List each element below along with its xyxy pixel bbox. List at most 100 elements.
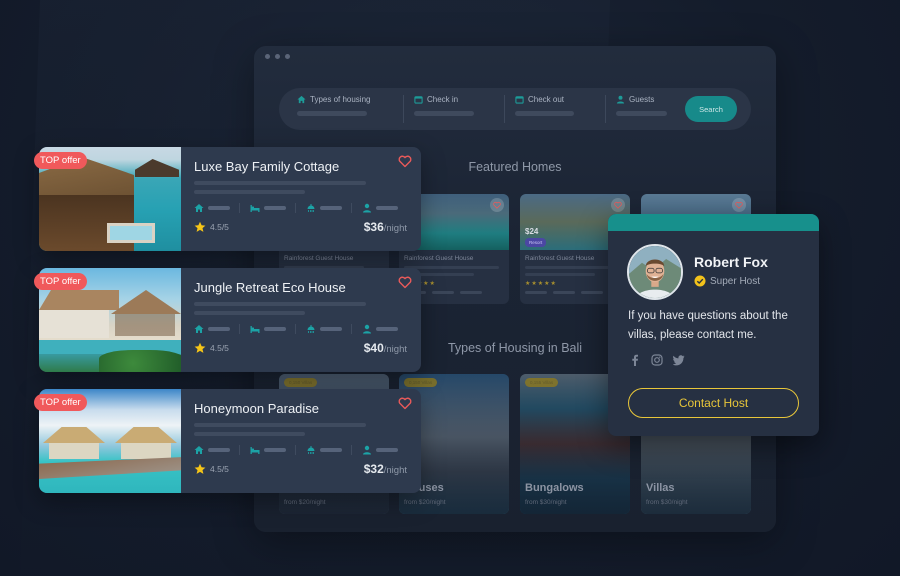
listing-price: $36/night (364, 220, 407, 234)
featured-name: Rainforest Guest House (404, 255, 474, 262)
placeholder-line (194, 423, 366, 427)
price-unit: /night (383, 223, 407, 234)
favorite-button[interactable] (611, 198, 625, 212)
placeholder-line (525, 266, 620, 269)
bed-icon (250, 447, 260, 454)
housing-type-name: Villas (646, 482, 675, 494)
host-role-label: Super Host (710, 275, 761, 287)
housing-type-name: Bungalows (525, 482, 584, 494)
host-card: Robert Fox Super Host If you have questi… (608, 214, 819, 436)
listing-title: Luxe Bay Family Cottage (194, 159, 340, 174)
search-field-label: Guests (629, 95, 655, 104)
amenities-row (194, 203, 407, 213)
price-unit: /night (383, 344, 407, 355)
photo-walkway (39, 457, 181, 479)
user-icon (363, 203, 371, 213)
listing-price: $32/night (364, 462, 407, 476)
bed-icon (250, 205, 260, 212)
search-field-label: Check in (427, 95, 459, 104)
featured-tag: Resort (525, 238, 547, 247)
photo-hut (135, 159, 179, 177)
search-field-guests[interactable]: Guests (605, 95, 685, 123)
search-field-label: Types of housing (310, 95, 371, 104)
featured-name: Rainforest Guest House (284, 255, 354, 262)
home-icon (297, 95, 306, 104)
placeholder-line (194, 190, 305, 194)
contact-host-button[interactable]: Contact Host (628, 388, 799, 418)
photo-pool (107, 223, 155, 243)
search-field-housing-type[interactable]: Types of housing (297, 95, 403, 123)
shower-icon (307, 204, 315, 212)
twitter-icon[interactable] (673, 354, 685, 366)
calendar-icon (515, 96, 524, 104)
housing-type-price: from $20/night (284, 499, 326, 506)
listing-card[interactable]: TOP offer Jungle Retreat Eco House 4.5/5… (34, 268, 421, 372)
calendar-icon (414, 96, 423, 104)
search-field-value (414, 111, 474, 116)
window-dot[interactable] (265, 53, 270, 59)
top-offer-badge: TOP offer (34, 273, 87, 290)
verified-badge-icon (694, 275, 706, 287)
villa-count: 0,150 Villas (404, 378, 438, 387)
price-unit: /night (383, 465, 407, 476)
favorite-button[interactable] (490, 198, 504, 212)
listing-title: Jungle Retreat Eco House (194, 280, 346, 295)
photo-roof (39, 290, 119, 310)
star-icon (194, 342, 206, 353)
favorite-button[interactable] (732, 198, 746, 212)
photo-pavilion-roof (111, 290, 181, 314)
window-dot[interactable] (275, 53, 280, 59)
home-icon (194, 446, 204, 454)
window-controls (254, 46, 776, 66)
placeholder-line (194, 311, 305, 315)
heart-icon[interactable] (398, 396, 412, 410)
facebook-icon[interactable] (629, 354, 641, 366)
price-amount: $36 (363, 220, 384, 234)
top-offer-badge: TOP offer (34, 394, 87, 411)
avatar (627, 244, 683, 300)
social-links (629, 354, 685, 366)
amenities-row (194, 445, 407, 455)
rating-value: 4.5/5 (210, 343, 229, 353)
search-field-check-in[interactable]: Check in (403, 95, 504, 123)
heart-icon (614, 201, 622, 209)
search-field-label: Check out (528, 95, 565, 104)
photo-house (39, 310, 109, 338)
instagram-icon[interactable] (651, 354, 663, 366)
housing-type-price: from $20/night (404, 499, 446, 506)
search-field-value (616, 111, 667, 116)
amenities-row (194, 324, 407, 334)
placeholder-line (194, 432, 305, 436)
star-icon (194, 463, 206, 474)
user-icon (363, 324, 371, 334)
heart-icon (735, 201, 743, 209)
heart-icon[interactable] (398, 275, 412, 289)
heart-icon (493, 201, 501, 209)
top-offer-badge: TOP offer (34, 152, 87, 169)
photo-plants (99, 350, 181, 372)
price-amount: $32 (363, 462, 384, 476)
listing-card[interactable]: TOP offer Honeymoon Paradise 4.5/5 $32/n… (34, 389, 421, 493)
rating-value: 4.5/5 (210, 464, 229, 474)
shower-icon (307, 325, 315, 333)
bed-icon (250, 326, 260, 333)
host-message: If you have questions about the villas, … (628, 310, 788, 341)
heart-icon[interactable] (398, 154, 412, 168)
villa-count: 0,155 Villas (525, 378, 559, 387)
rating: 4.5/5 (194, 221, 229, 233)
window-dot[interactable] (285, 53, 290, 59)
rating: 4.5/5 (194, 463, 229, 475)
home-icon (194, 204, 204, 212)
rating: 4.5/5 (194, 342, 229, 354)
host-role: Super Host (694, 275, 760, 287)
search-field-check-out[interactable]: Check out (504, 95, 605, 123)
search-field-value (297, 111, 367, 116)
host-card-header (608, 214, 819, 231)
search-button[interactable]: Search (685, 96, 737, 122)
listing-card[interactable]: TOP offer Luxe Bay Family Cottage 4.5/5 … (34, 147, 421, 251)
host-photo (629, 246, 681, 298)
placeholder-line (194, 302, 366, 306)
host-name: Robert Fox (694, 254, 768, 270)
listing-title: Honeymoon Paradise (194, 401, 320, 416)
featured-price: $24 (525, 227, 539, 236)
